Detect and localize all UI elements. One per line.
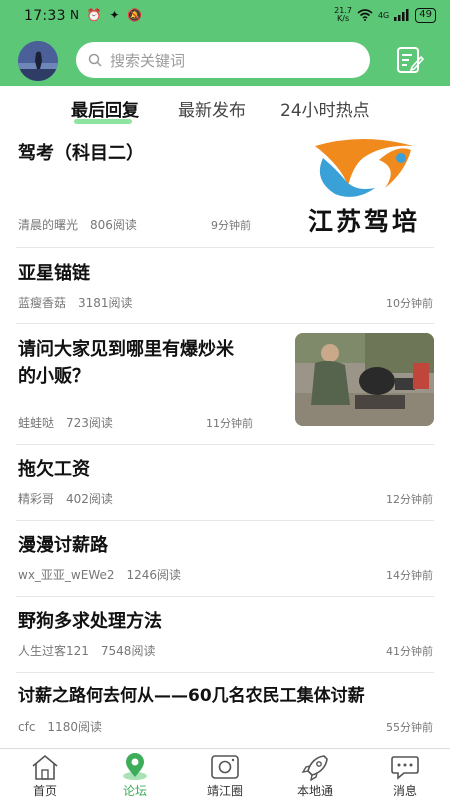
post-meta: wx_亚亚_wEWe2 1246阅读 <box>18 566 181 583</box>
post-title: 亚星锚链 <box>18 263 90 284</box>
post-reads: 1246阅读 <box>126 568 182 582</box>
post-thumbnail-caption: 江苏驾培 <box>307 207 420 236</box>
post-title: 驾考（科目二） <box>18 143 144 164</box>
post-reads: 3181阅读 <box>78 296 133 310</box>
post-author: 清晨的曙光 <box>18 218 79 232</box>
search-placeholder: 搜索关键词 <box>110 51 186 70</box>
post-meta: 蛙蛙哒 723阅读 <box>18 414 113 431</box>
tab-last-reply[interactable]: 最后回复 <box>71 96 139 121</box>
wifi-icon <box>357 9 373 21</box>
post-title: 野狗多求处理方法 <box>18 611 162 632</box>
camera-circle-icon <box>211 755 239 779</box>
post-title-line-2: 的小贩？ <box>18 366 90 387</box>
status-right-group: 21.7 K/s 4G 49 <box>334 7 436 23</box>
post-author: 蓝瘦香菇 <box>18 296 67 310</box>
post-reads: 723阅读 <box>66 416 113 430</box>
post-author: wx_亚亚_wEWe2 <box>18 568 115 582</box>
tab-24h-hot[interactable]: 24小时热点 <box>280 96 370 121</box>
battery-icon: 49 <box>415 7 436 23</box>
rocket-icon <box>301 755 328 781</box>
home-icon <box>32 754 58 780</box>
nav-forum[interactable]: 论坛 <box>90 749 180 800</box>
post-time: 9分钟前 <box>211 219 251 232</box>
post-meta: 清晨的曙光 806阅读 <box>18 216 137 233</box>
post-time: 14分钟前 <box>386 569 433 582</box>
status-bar: 17:33 N ⏰ ✦ 🔕 21.7 K/s 4G 49 <box>0 0 450 32</box>
bottom-navigation: 首页 论坛 靖江圈 本地通 消息 <box>0 748 450 800</box>
post-meta: 人生过客121 7548阅读 <box>18 642 155 659</box>
status-time: 17:33 <box>24 8 66 24</box>
list-item[interactable]: 驾考（科目二） 清晨的曙光 806阅读 9分钟前 江苏驾培 <box>0 128 450 248</box>
driving-school-logo-icon <box>315 139 413 197</box>
status-notification-icons: N ⏰ ✦ 🔕 <box>70 8 145 22</box>
nav-messages[interactable]: 消息 <box>360 749 450 800</box>
search-bar[interactable]: 搜索关键词 <box>76 42 370 78</box>
post-author: 精彩哥 <box>18 492 55 506</box>
nav-jingjiang-label: 靖江圈 <box>206 784 243 798</box>
post-meta: cfc 1180阅读 <box>18 718 102 735</box>
post-reads: 1180阅读 <box>47 720 102 734</box>
search-icon <box>88 53 102 67</box>
post-time: 12分钟前 <box>386 493 433 506</box>
nav-home[interactable]: 首页 <box>0 749 90 800</box>
post-author: 人生过客121 <box>18 644 89 658</box>
nav-local[interactable]: 本地通 <box>270 749 360 800</box>
street-vendor-photo <box>295 333 434 426</box>
post-meta: 精彩哥 402阅读 <box>18 490 113 507</box>
post-title: 漫漫讨薪路 <box>18 535 108 556</box>
list-item[interactable]: 野狗多求处理方法 人生过客121 7548阅读 41分钟前 <box>0 597 450 673</box>
post-reads: 7548阅读 <box>100 644 156 658</box>
sort-tabs: 最后回复 最新发布 24小时热点 <box>0 86 450 128</box>
nav-local-label: 本地通 <box>296 784 333 798</box>
signal-icon <box>394 9 409 21</box>
post-thumbnail <box>295 333 434 426</box>
list-item[interactable]: 请问大家见到哪里有爆炒米 的小贩？ 蛙蛙哒 723阅读 11分钟前 <box>0 324 450 444</box>
nav-home-label: 首页 <box>32 784 57 798</box>
post-title-line-1: 请问大家见到哪里有爆炒米 <box>18 339 234 360</box>
tab-newest[interactable]: 最新发布 <box>178 96 246 121</box>
post-time: 10分钟前 <box>386 297 433 310</box>
nav-jingjiang-circle[interactable]: 靖江圈 <box>180 749 270 800</box>
message-icon <box>391 756 419 780</box>
post-author: 蛙蛙哒 <box>18 416 55 430</box>
avatar-image <box>18 41 58 81</box>
avatar[interactable] <box>18 41 58 81</box>
post-time: 41分钟前 <box>386 645 433 658</box>
list-item[interactable]: 漫漫讨薪路 wx_亚亚_wEWe2 1246阅读 14分钟前 <box>0 521 450 597</box>
list-item[interactable]: 讨薪之路何去何从——60几名农民工集体讨薪 cfc 1180阅读 55分钟前 <box>0 673 450 749</box>
post-time: 55分钟前 <box>386 721 433 734</box>
app-header: 17:33 N ⏰ ✦ 🔕 21.7 K/s 4G 49 搜索关键词 <box>0 0 450 86</box>
post-thumbnail: 江苏驾培 <box>293 136 435 240</box>
network-speed: 21.7 K/s <box>334 7 352 23</box>
post-title: 讨薪之路何去何从——60几名农民工集体讨薪 <box>18 686 365 706</box>
forum-location-icon <box>123 753 147 780</box>
nav-forum-label: 论坛 <box>122 784 147 798</box>
list-item[interactable]: 拖欠工资 精彩哥 402阅读 12分钟前 <box>0 445 450 521</box>
list-item[interactable]: 亚星锚链 蓝瘦香菇 3181阅读 10分钟前 <box>0 248 450 324</box>
post-author: cfc <box>18 720 36 734</box>
network-type: 4G <box>377 10 390 20</box>
nav-messages-label: 消息 <box>392 784 417 798</box>
compose-post-icon[interactable] <box>395 45 425 75</box>
active-tab-indicator <box>74 119 132 124</box>
post-title: 拖欠工资 <box>18 459 90 480</box>
post-reads: 402阅读 <box>66 492 113 506</box>
post-reads: 806阅读 <box>90 218 137 232</box>
network-speed-unit: K/s <box>337 14 350 23</box>
post-meta: 蓝瘦香菇 3181阅读 <box>18 294 133 311</box>
post-time: 11分钟前 <box>206 417 253 430</box>
